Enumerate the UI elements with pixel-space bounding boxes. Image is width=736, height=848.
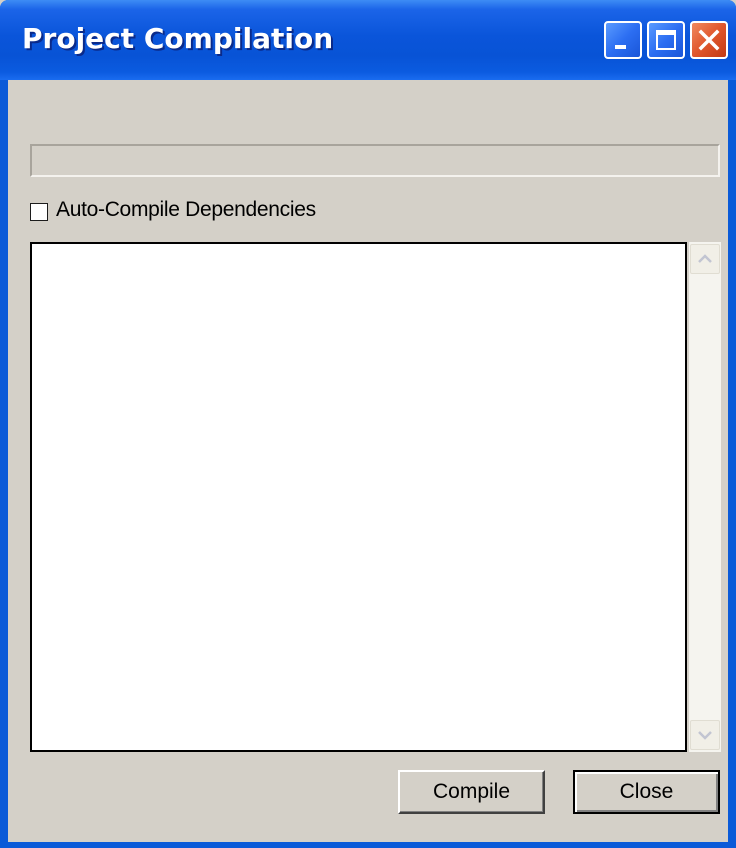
scroll-up-button[interactable] bbox=[690, 244, 720, 274]
compile-output-area[interactable] bbox=[30, 242, 687, 752]
minimize-button[interactable] bbox=[604, 21, 642, 59]
chevron-up-icon bbox=[698, 254, 712, 263]
dialog-body: Auto-Compile Dependencies Compile Close bbox=[8, 80, 728, 842]
auto-compile-option[interactable]: Auto-Compile Dependencies bbox=[30, 198, 316, 222]
minimize-icon bbox=[615, 45, 626, 49]
close-button[interactable]: Close bbox=[573, 770, 720, 814]
auto-compile-checkbox[interactable] bbox=[30, 203, 48, 221]
window-title: Project Compilation bbox=[22, 22, 334, 55]
compile-progress-bar bbox=[30, 144, 720, 177]
maximize-icon bbox=[656, 30, 676, 50]
chevron-down-icon bbox=[698, 731, 712, 740]
maximize-button[interactable] bbox=[647, 21, 685, 59]
close-window-button[interactable] bbox=[690, 21, 728, 59]
auto-compile-label[interactable]: Auto-Compile Dependencies bbox=[56, 198, 316, 222]
output-scrollbar[interactable] bbox=[689, 242, 721, 752]
project-compilation-window: Project Compilation Auto-Compile Depende… bbox=[0, 0, 736, 848]
close-icon bbox=[698, 29, 720, 51]
title-bar[interactable]: Project Compilation bbox=[0, 0, 736, 80]
scroll-down-button[interactable] bbox=[690, 720, 720, 750]
compile-button[interactable]: Compile bbox=[398, 770, 545, 814]
